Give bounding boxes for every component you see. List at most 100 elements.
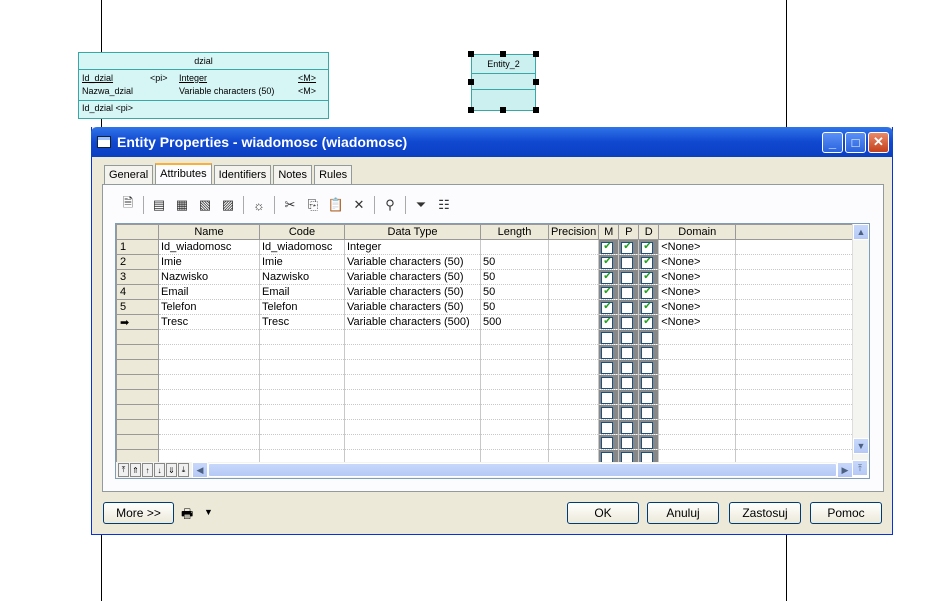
table-row-empty[interactable] [116, 374, 858, 390]
cell-length[interactable]: 500 [480, 314, 549, 330]
scroll-up-icon[interactable]: ▲ [853, 224, 869, 240]
checkbox-m[interactable] [601, 271, 614, 284]
checkbox[interactable] [641, 346, 654, 359]
checkbox[interactable] [621, 376, 634, 389]
row-number[interactable]: 3 [116, 269, 159, 285]
cell-length[interactable]: 50 [480, 284, 549, 300]
column-header-m[interactable]: M [598, 224, 620, 240]
empty-cell[interactable] [344, 329, 481, 345]
column-header-length[interactable]: Length [480, 224, 549, 240]
checkbox-m[interactable] [601, 286, 614, 299]
row-number[interactable] [116, 404, 159, 420]
checkbox-p[interactable] [621, 301, 634, 314]
selection-handle[interactable] [468, 79, 474, 85]
corner-cell[interactable] [116, 224, 159, 240]
row-number[interactable] [116, 419, 159, 435]
close-button[interactable]: ✕ [868, 131, 889, 153]
add-attributes-icon[interactable]: ▧ [194, 195, 216, 215]
delete-icon[interactable]: ✕ [348, 195, 370, 215]
empty-cell[interactable] [259, 419, 345, 435]
empty-cell[interactable] [344, 419, 481, 435]
checkbox[interactable] [601, 391, 614, 404]
checkbox-m[interactable] [601, 301, 614, 314]
empty-cell[interactable] [548, 329, 600, 345]
print-icon[interactable]: 🖶 [181, 505, 193, 527]
checkbox[interactable] [621, 346, 634, 359]
light-icon[interactable]: ☼ [248, 195, 270, 215]
checkbox-p[interactable] [621, 241, 634, 254]
apply-button[interactable]: Zastosuj [729, 502, 801, 524]
column-header-precision[interactable]: Precision [547, 224, 600, 240]
cell-code[interactable]: Email [259, 284, 345, 300]
empty-cell[interactable] [480, 374, 549, 390]
table-row-empty[interactable] [116, 434, 858, 450]
empty-cell[interactable] [344, 404, 481, 420]
empty-cell[interactable] [158, 389, 260, 405]
selection-handle[interactable] [500, 107, 506, 113]
cell-domain[interactable]: <None> [658, 299, 737, 315]
empty-cell[interactable] [158, 359, 260, 375]
empty-cell[interactable] [344, 434, 481, 450]
entity-dzial[interactable]: dzial Id_dzial <pi> Integer <M> Nazwa_dz… [78, 52, 329, 119]
empty-cell[interactable] [344, 374, 481, 390]
row-number[interactable] [116, 344, 159, 360]
row-number[interactable]: 4 [116, 284, 159, 300]
cell-datatype[interactable]: Variable characters (50) [344, 299, 481, 315]
empty-cell[interactable] [548, 374, 600, 390]
cell-domain[interactable]: <None> [658, 284, 737, 300]
cell-precision[interactable] [548, 284, 600, 300]
checkbox-p[interactable] [621, 271, 634, 284]
checkbox-d[interactable] [641, 241, 654, 254]
empty-cell[interactable] [158, 374, 260, 390]
checkbox[interactable] [641, 376, 654, 389]
move-page-down-icon[interactable]: ⇓ [166, 463, 177, 477]
move-to-top-icon[interactable]: ⤒ [118, 463, 129, 477]
move-page-up-icon[interactable]: ⇑ [130, 463, 141, 477]
empty-cell[interactable] [548, 404, 600, 420]
checkbox[interactable] [601, 376, 614, 389]
maximize-button[interactable]: □ [845, 131, 866, 153]
move-down-icon[interactable]: ↓ [154, 463, 165, 477]
empty-cell[interactable] [259, 344, 345, 360]
empty-cell[interactable] [480, 329, 549, 345]
move-top-icon[interactable]: ⤒ [852, 460, 868, 476]
empty-cell[interactable] [259, 434, 345, 450]
cell-name[interactable]: Tresc [158, 314, 260, 330]
cell-domain[interactable]: <None> [658, 254, 737, 270]
cell-name[interactable]: Email [158, 284, 260, 300]
table-row[interactable]: 5 Telefon Telefon Variable characters (50) 5… [116, 299, 858, 315]
chevron-down-icon[interactable]: ▼ [204, 507, 213, 517]
row-number[interactable] [116, 374, 159, 390]
table-row[interactable]: 2ImieImieVariable characters (50)50<None… [116, 254, 858, 270]
checkbox-d[interactable] [641, 286, 654, 299]
empty-cell[interactable] [480, 434, 549, 450]
column-header-code[interactable]: Code [259, 224, 345, 240]
minimize-button[interactable]: _ [822, 131, 843, 153]
cell-precision[interactable] [548, 269, 600, 285]
empty-cell[interactable] [344, 389, 481, 405]
table-row-empty[interactable] [116, 389, 858, 405]
cell-name[interactable]: Nazwisko [158, 269, 260, 285]
ok-button[interactable]: OK [567, 502, 639, 524]
empty-cell[interactable] [658, 419, 737, 435]
checkbox[interactable] [641, 406, 654, 419]
checkbox[interactable] [621, 436, 634, 449]
cell-precision[interactable] [548, 314, 600, 330]
row-number[interactable]: 1 [116, 239, 159, 255]
empty-cell[interactable] [658, 329, 737, 345]
cell-name[interactable]: Imie [158, 254, 260, 270]
empty-cell[interactable] [259, 329, 345, 345]
row-number[interactable]: 2 [116, 254, 159, 270]
checkbox-p[interactable] [621, 316, 634, 329]
checkbox[interactable] [621, 361, 634, 374]
checkbox-m[interactable] [601, 256, 614, 269]
table-row[interactable]: 1Id_wiadomoscId_wiadomoscInteger<None> [116, 239, 858, 255]
help-button[interactable]: Pomoc [810, 502, 882, 524]
empty-cell[interactable] [548, 359, 600, 375]
checkbox-m[interactable] [601, 316, 614, 329]
filter-options-icon[interactable]: ☷ [433, 195, 455, 215]
cell-length[interactable]: 50 [480, 254, 549, 270]
tab-identifiers[interactable]: Identifiers [213, 165, 272, 185]
cell-precision[interactable] [548, 254, 600, 270]
cut-icon[interactable]: ✂ [279, 195, 301, 215]
